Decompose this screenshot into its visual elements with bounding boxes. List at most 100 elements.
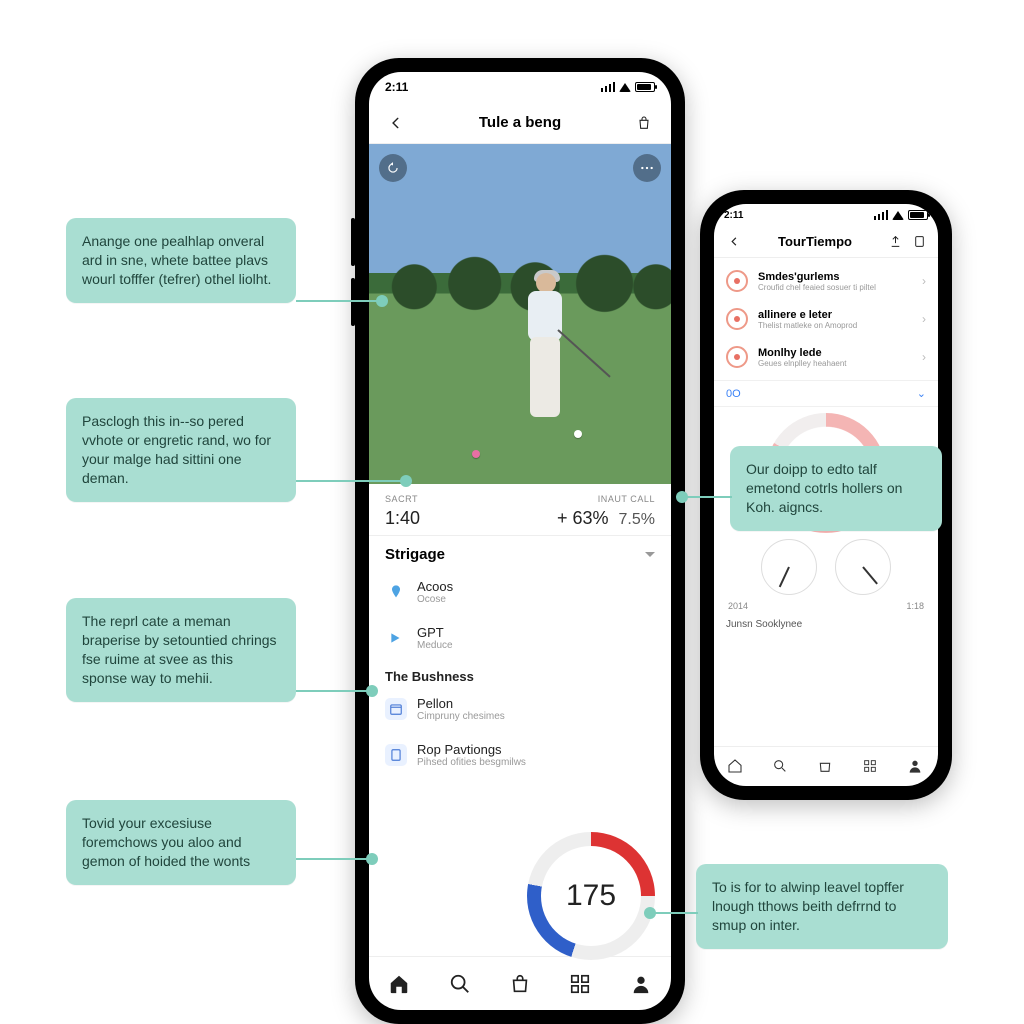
- row-title: Acoos: [417, 579, 453, 594]
- callout-4: Tovid your excesiuse foremchows you aloo…: [66, 800, 296, 885]
- metric-left-value: 1:40: [385, 508, 420, 529]
- list-row-acoos[interactable]: Acoos Ocose: [369, 569, 671, 615]
- tab-stats[interactable]: [568, 972, 592, 996]
- tab-bar: [369, 956, 671, 1010]
- hero-ball-pink: [472, 450, 480, 458]
- back-button[interactable]: [383, 110, 409, 136]
- tab2-profile[interactable]: [907, 758, 925, 776]
- tab-home[interactable]: [387, 972, 411, 996]
- person-icon: [630, 973, 652, 995]
- metric-left-label: SACRT: [385, 494, 420, 504]
- row-sub: Pihsed ofities besgmilws: [417, 757, 526, 768]
- item-sub: Thelist matleke on Amoprod: [758, 321, 857, 330]
- radio-icon: [726, 270, 748, 292]
- radio-icon: [726, 346, 748, 368]
- tab-search[interactable]: [448, 972, 472, 996]
- list-row-gpt[interactable]: GPT Meduce: [369, 615, 671, 661]
- item-title: allinere e leter: [758, 309, 857, 321]
- callout-6: To is for to alwinp leavel topffer lnoug…: [696, 864, 948, 949]
- callout-2: Pasclogh this in--so pered vvhote or eng…: [66, 398, 296, 502]
- wifi-icon: [892, 211, 904, 220]
- chevron-down-icon: [645, 552, 655, 562]
- callout-3-lead: [296, 690, 372, 692]
- bag-icon: [817, 758, 833, 774]
- subheading-bushness: The Bushness: [369, 661, 671, 686]
- app-header-2: TourTiempo: [714, 226, 938, 258]
- tab2-bag[interactable]: [817, 758, 835, 776]
- tab2-grid[interactable]: [862, 758, 880, 776]
- callout-1-lead: [296, 300, 382, 302]
- chevron-right-icon: ›: [922, 274, 926, 288]
- item-title: Smdes'gurlems: [758, 271, 876, 283]
- primary-screen: 2:11 Tule a beng: [369, 72, 671, 1010]
- header-title-2: TourTiempo: [778, 234, 852, 249]
- callout-4-lead: [296, 858, 372, 860]
- row-sub: Ocose: [417, 594, 453, 605]
- score-gauge: 175: [527, 832, 655, 960]
- more-chip[interactable]: [633, 154, 661, 182]
- metric-right-label: INAUT CALL: [557, 494, 655, 504]
- tab-bag[interactable]: [508, 972, 532, 996]
- doc-icon: [385, 744, 407, 766]
- metric-right: INAUT CALL + 63% 7.5%: [557, 494, 655, 529]
- item-title: Monlhy lede: [758, 347, 847, 359]
- search-icon: [449, 973, 471, 995]
- save-button[interactable]: [910, 233, 928, 251]
- share-icon: [889, 235, 902, 248]
- battery-icon: [908, 210, 928, 220]
- home-icon: [727, 758, 743, 774]
- hero-ball-white: [574, 430, 582, 438]
- bag-icon: [636, 115, 652, 131]
- header-title: Tule a beng: [479, 114, 561, 131]
- tempo-item-3[interactable]: Monlhy ledeGeues elnplley heahaent ›: [714, 338, 938, 376]
- pin-icon: [385, 581, 407, 603]
- tempo-small-dial-1[interactable]: [761, 539, 817, 595]
- list-row-pellon[interactable]: Pellon Cimpruny chesimes: [369, 686, 671, 732]
- metrics-row: SACRT 1:40 INAUT CALL + 63% 7.5%: [369, 484, 671, 535]
- app-header: Tule a beng: [369, 102, 671, 144]
- expand-link[interactable]: 0O ⌄: [714, 380, 938, 407]
- back-button-2[interactable]: [724, 232, 744, 252]
- row-sub: Meduce: [417, 640, 453, 651]
- tab-bar-2: [714, 746, 938, 786]
- tempo-list: Smdes'gurlemsCroufid chel feaied sosuer …: [714, 258, 938, 380]
- bookmark-icon: [913, 235, 926, 248]
- callout-5: Our doipp to edto talf emetond cotrls ho…: [730, 446, 942, 531]
- list-row-rop[interactable]: Rop Pavtiongs Pihsed ofities besgmilws: [369, 732, 671, 778]
- tempo-item-1[interactable]: Smdes'gurlemsCroufid chel feaied sosuer …: [714, 262, 938, 300]
- status-time-2: 2:11: [724, 210, 743, 221]
- tab-profile[interactable]: [629, 972, 653, 996]
- section-header-strigage[interactable]: Strigage: [369, 535, 671, 569]
- share-button[interactable]: [886, 233, 904, 251]
- cell-signal-icon: [601, 82, 615, 92]
- more-vertical-icon: [640, 166, 654, 170]
- item-sub: Geues elnplley heahaent: [758, 359, 847, 368]
- expand-label: 0O: [726, 388, 741, 400]
- row-sub: Cimpruny chesimes: [417, 711, 505, 722]
- status-time: 2:11: [385, 80, 408, 94]
- tempo-item-2[interactable]: allinere e leterThelist matleke on Amopr…: [714, 300, 938, 338]
- status-bar-2: 2:11: [714, 204, 938, 226]
- radio-icon: [726, 308, 748, 330]
- person-icon: [907, 758, 923, 774]
- section-title: Strigage: [385, 546, 445, 563]
- callout-1: Anange one pealhlap onveral ard in sne, …: [66, 218, 296, 303]
- battery-icon: [635, 82, 655, 92]
- tab2-search[interactable]: [772, 758, 790, 776]
- grid-icon: [862, 758, 878, 774]
- tempo-small-dial-2[interactable]: [835, 539, 891, 595]
- hero-golfer: [514, 273, 580, 443]
- item-sub: Croufid chel feaied sosuer ti piltel: [758, 283, 876, 292]
- bag-outline-icon: [509, 973, 531, 995]
- status-bar: 2:11: [369, 72, 671, 102]
- tab2-home[interactable]: [727, 758, 745, 776]
- header-action-button[interactable]: [631, 110, 657, 136]
- metric-left: SACRT 1:40: [385, 494, 420, 529]
- swing-video-viewport[interactable]: [369, 144, 671, 484]
- rewind-chip[interactable]: [379, 154, 407, 182]
- wifi-icon: [619, 83, 631, 92]
- axis-left: 2014: [728, 601, 748, 611]
- search-icon: [772, 758, 788, 774]
- status-icons-2: [874, 210, 928, 220]
- primary-phone-frame: 2:11 Tule a beng: [355, 58, 685, 1024]
